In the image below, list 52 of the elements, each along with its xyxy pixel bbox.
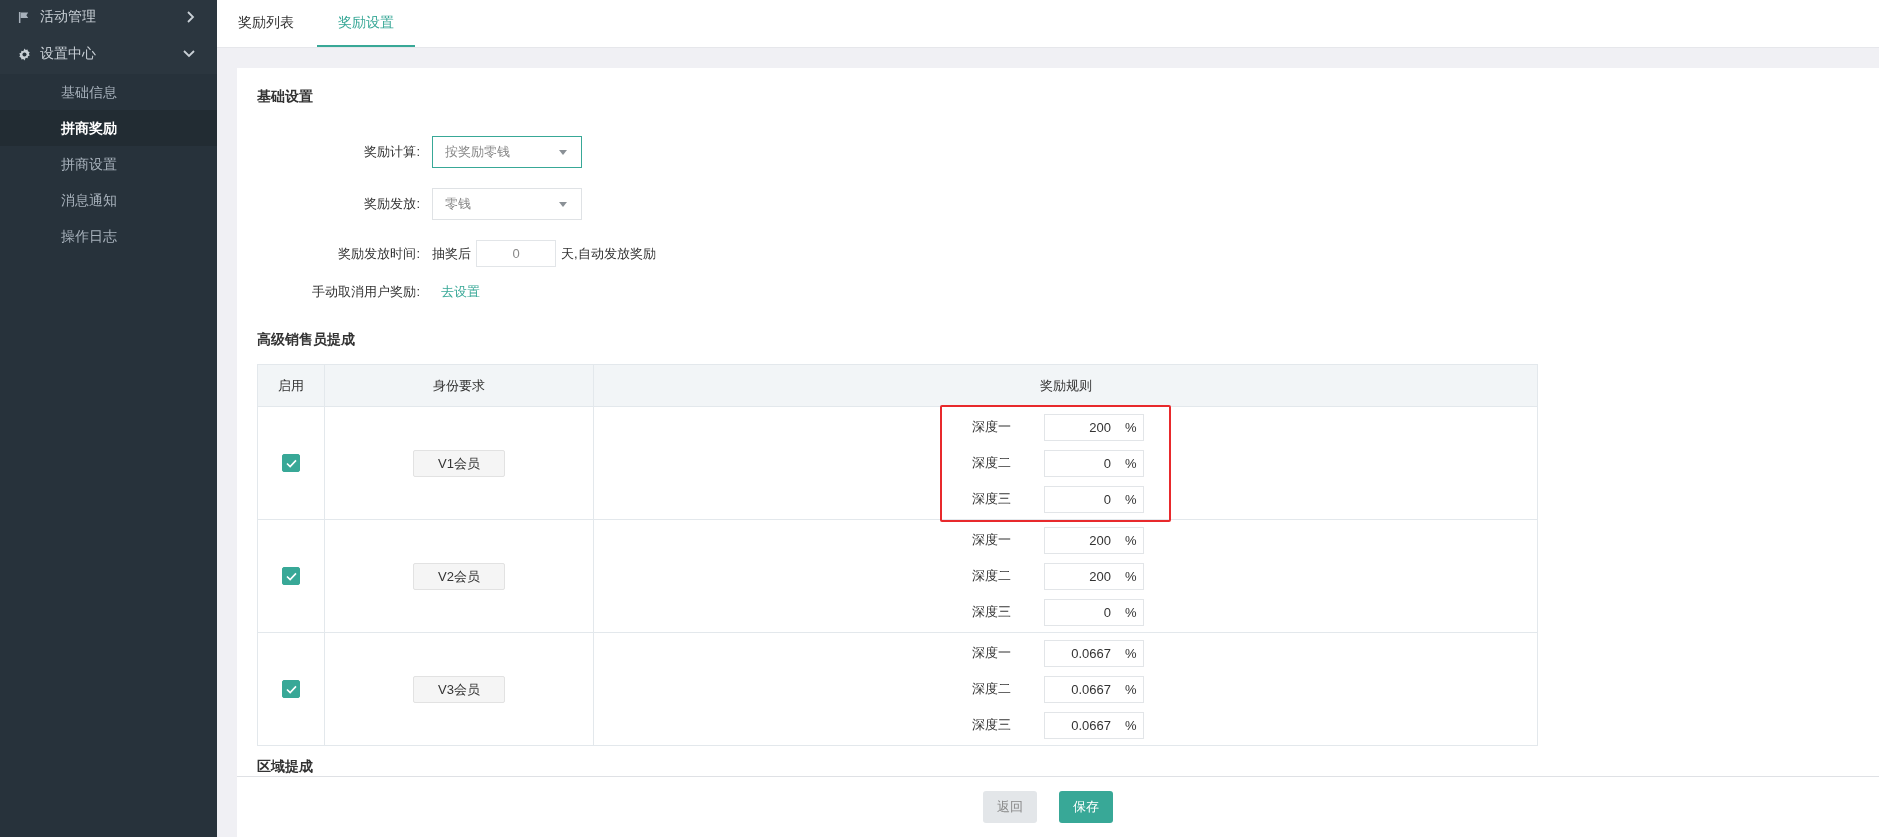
depth-label: 深度二: [971, 454, 1011, 472]
checkbox[interactable]: [282, 680, 300, 698]
checkbox[interactable]: [282, 454, 300, 472]
percent-field[interactable]: 0 %: [1043, 598, 1144, 626]
dropdown-arrow-icon: [559, 201, 567, 207]
percent-field[interactable]: 0 %: [1043, 485, 1144, 513]
select-field[interactable]: 按奖励零钱: [432, 136, 582, 168]
column-header: 奖励规则: [593, 364, 1538, 407]
column-header: 启用: [257, 364, 325, 407]
section-title: 区域提成: [257, 758, 313, 776]
depth-label: 深度一: [971, 418, 1011, 436]
percent-field[interactable]: 0.0667 %: [1043, 711, 1144, 739]
chevron-right-icon: [187, 11, 195, 23]
select-field[interactable]: 零钱: [432, 188, 582, 220]
days-input[interactable]: 0: [476, 240, 556, 267]
checkmark-icon: [285, 684, 297, 694]
field-suffix: 天,自动发放奖励: [561, 244, 656, 263]
section-title: 基础设置: [257, 88, 313, 106]
field-label: 奖励发放时间:: [337, 244, 421, 263]
sidebar-subitem[interactable]: 拼商奖励: [0, 110, 217, 146]
field-label: 手动取消用户奖励:: [311, 283, 421, 301]
sidebar-menu-item[interactable]: 设置中心: [0, 34, 217, 74]
percent-field[interactable]: 0.0667 %: [1043, 639, 1144, 667]
depth-label: 深度三: [971, 603, 1011, 621]
tab[interactable]: 奖励列表: [217, 0, 315, 47]
checkmark-icon: [285, 571, 297, 581]
field-label: 奖励发放:: [363, 195, 421, 213]
percent-field[interactable]: 0.0667 %: [1043, 675, 1144, 703]
section-title: 高级销售员提成: [257, 331, 355, 349]
column-header: 身份要求: [324, 364, 594, 407]
chevron-down-icon: [183, 50, 195, 58]
dropdown-arrow-icon: [559, 149, 567, 155]
percent-field[interactable]: 200 %: [1043, 562, 1144, 590]
field-prefix: 抽奖后: [432, 244, 471, 263]
level-tag: V3会员: [413, 675, 505, 703]
percent-field[interactable]: 200 %: [1043, 526, 1144, 554]
gear-icon: [18, 47, 31, 61]
depth-label: 深度三: [971, 716, 1011, 734]
sidebar-menu-item[interactable]: 活动管理: [0, 0, 217, 34]
depth-label: 深度一: [971, 531, 1011, 549]
checkmark-icon: [285, 458, 297, 468]
depth-label: 深度三: [971, 490, 1011, 508]
percent-field[interactable]: 0 %: [1043, 449, 1144, 477]
percent-field[interactable]: 200 %: [1043, 413, 1144, 441]
level-tag: V2会员: [413, 562, 505, 590]
field-label: 奖励计算:: [363, 143, 421, 161]
flag-icon: [18, 10, 31, 24]
level-tag: V1会员: [413, 449, 505, 477]
depth-label: 深度二: [971, 567, 1011, 585]
checkbox[interactable]: [282, 567, 300, 585]
depth-label: 深度一: [971, 644, 1011, 662]
depth-label: 深度二: [971, 680, 1011, 698]
